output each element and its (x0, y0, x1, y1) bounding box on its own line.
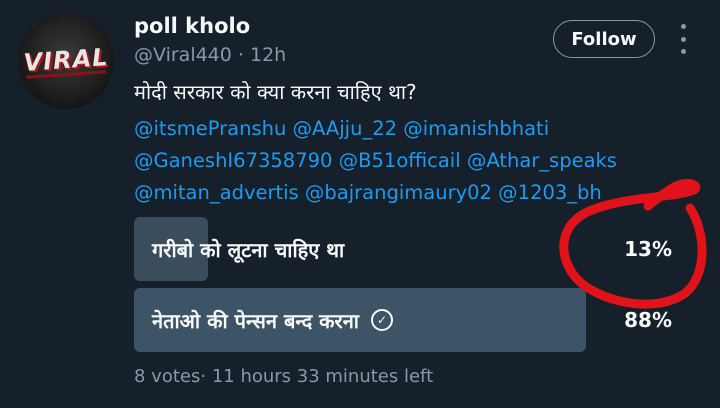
poll-option-label: नेताओ की पेन्सन बन्द करना ✓ (152, 288, 393, 352)
poll-option-percent: 13% (624, 237, 672, 261)
poll-option-label-text: गरीबो को लूटना चाहिए था (152, 237, 345, 262)
author-display-name[interactable]: poll kholo (134, 14, 250, 38)
author-handle[interactable]: @Viral440 (134, 44, 232, 66)
follow-button[interactable]: Follow (553, 20, 655, 58)
mention-line[interactable]: @itsmePranshu @AAjju_22 @imanishbhati (134, 113, 690, 145)
mention-line[interactable]: @mitan_advertis @bajrangimaury02 @1203_b… (134, 177, 690, 209)
poll-votes: 8 votes (134, 366, 201, 387)
mentions-block: @itsmePranshu @AAjju_22 @imanishbhati @G… (134, 113, 690, 209)
poll-option-label-text: नेताओ की पेन्सन बन्द करना (152, 308, 359, 333)
poll-time-left: 11 hours 33 minutes left (206, 366, 434, 387)
more-vertical-icon[interactable] (678, 24, 688, 54)
avatar[interactable]: VIRAL (18, 13, 114, 109)
meta-separator: · (231, 44, 250, 66)
check-circle-icon: ✓ (371, 309, 393, 331)
mention-line[interactable]: @GaneshI67358790 @B51officail @Athar_spe… (134, 145, 690, 177)
tweet-time[interactable]: 12h (250, 44, 286, 66)
poll-option-1: गरीबो को लूटना चाहिए था 13% (134, 217, 686, 281)
poll-option-percent: 88% (624, 308, 672, 332)
tweet-text: मोदी सरकार को क्या करना चाहिए था? (134, 80, 417, 104)
author-meta: @Viral440 · 12h (134, 44, 286, 66)
poll-option-2: नेताओ की पेन्सन बन्द करना ✓ 88% (134, 288, 686, 352)
poll-footer: 8 votes· 11 hours 33 minutes left (134, 366, 433, 387)
poll-option-label: गरीबो को लूटना चाहिए था (152, 217, 344, 281)
